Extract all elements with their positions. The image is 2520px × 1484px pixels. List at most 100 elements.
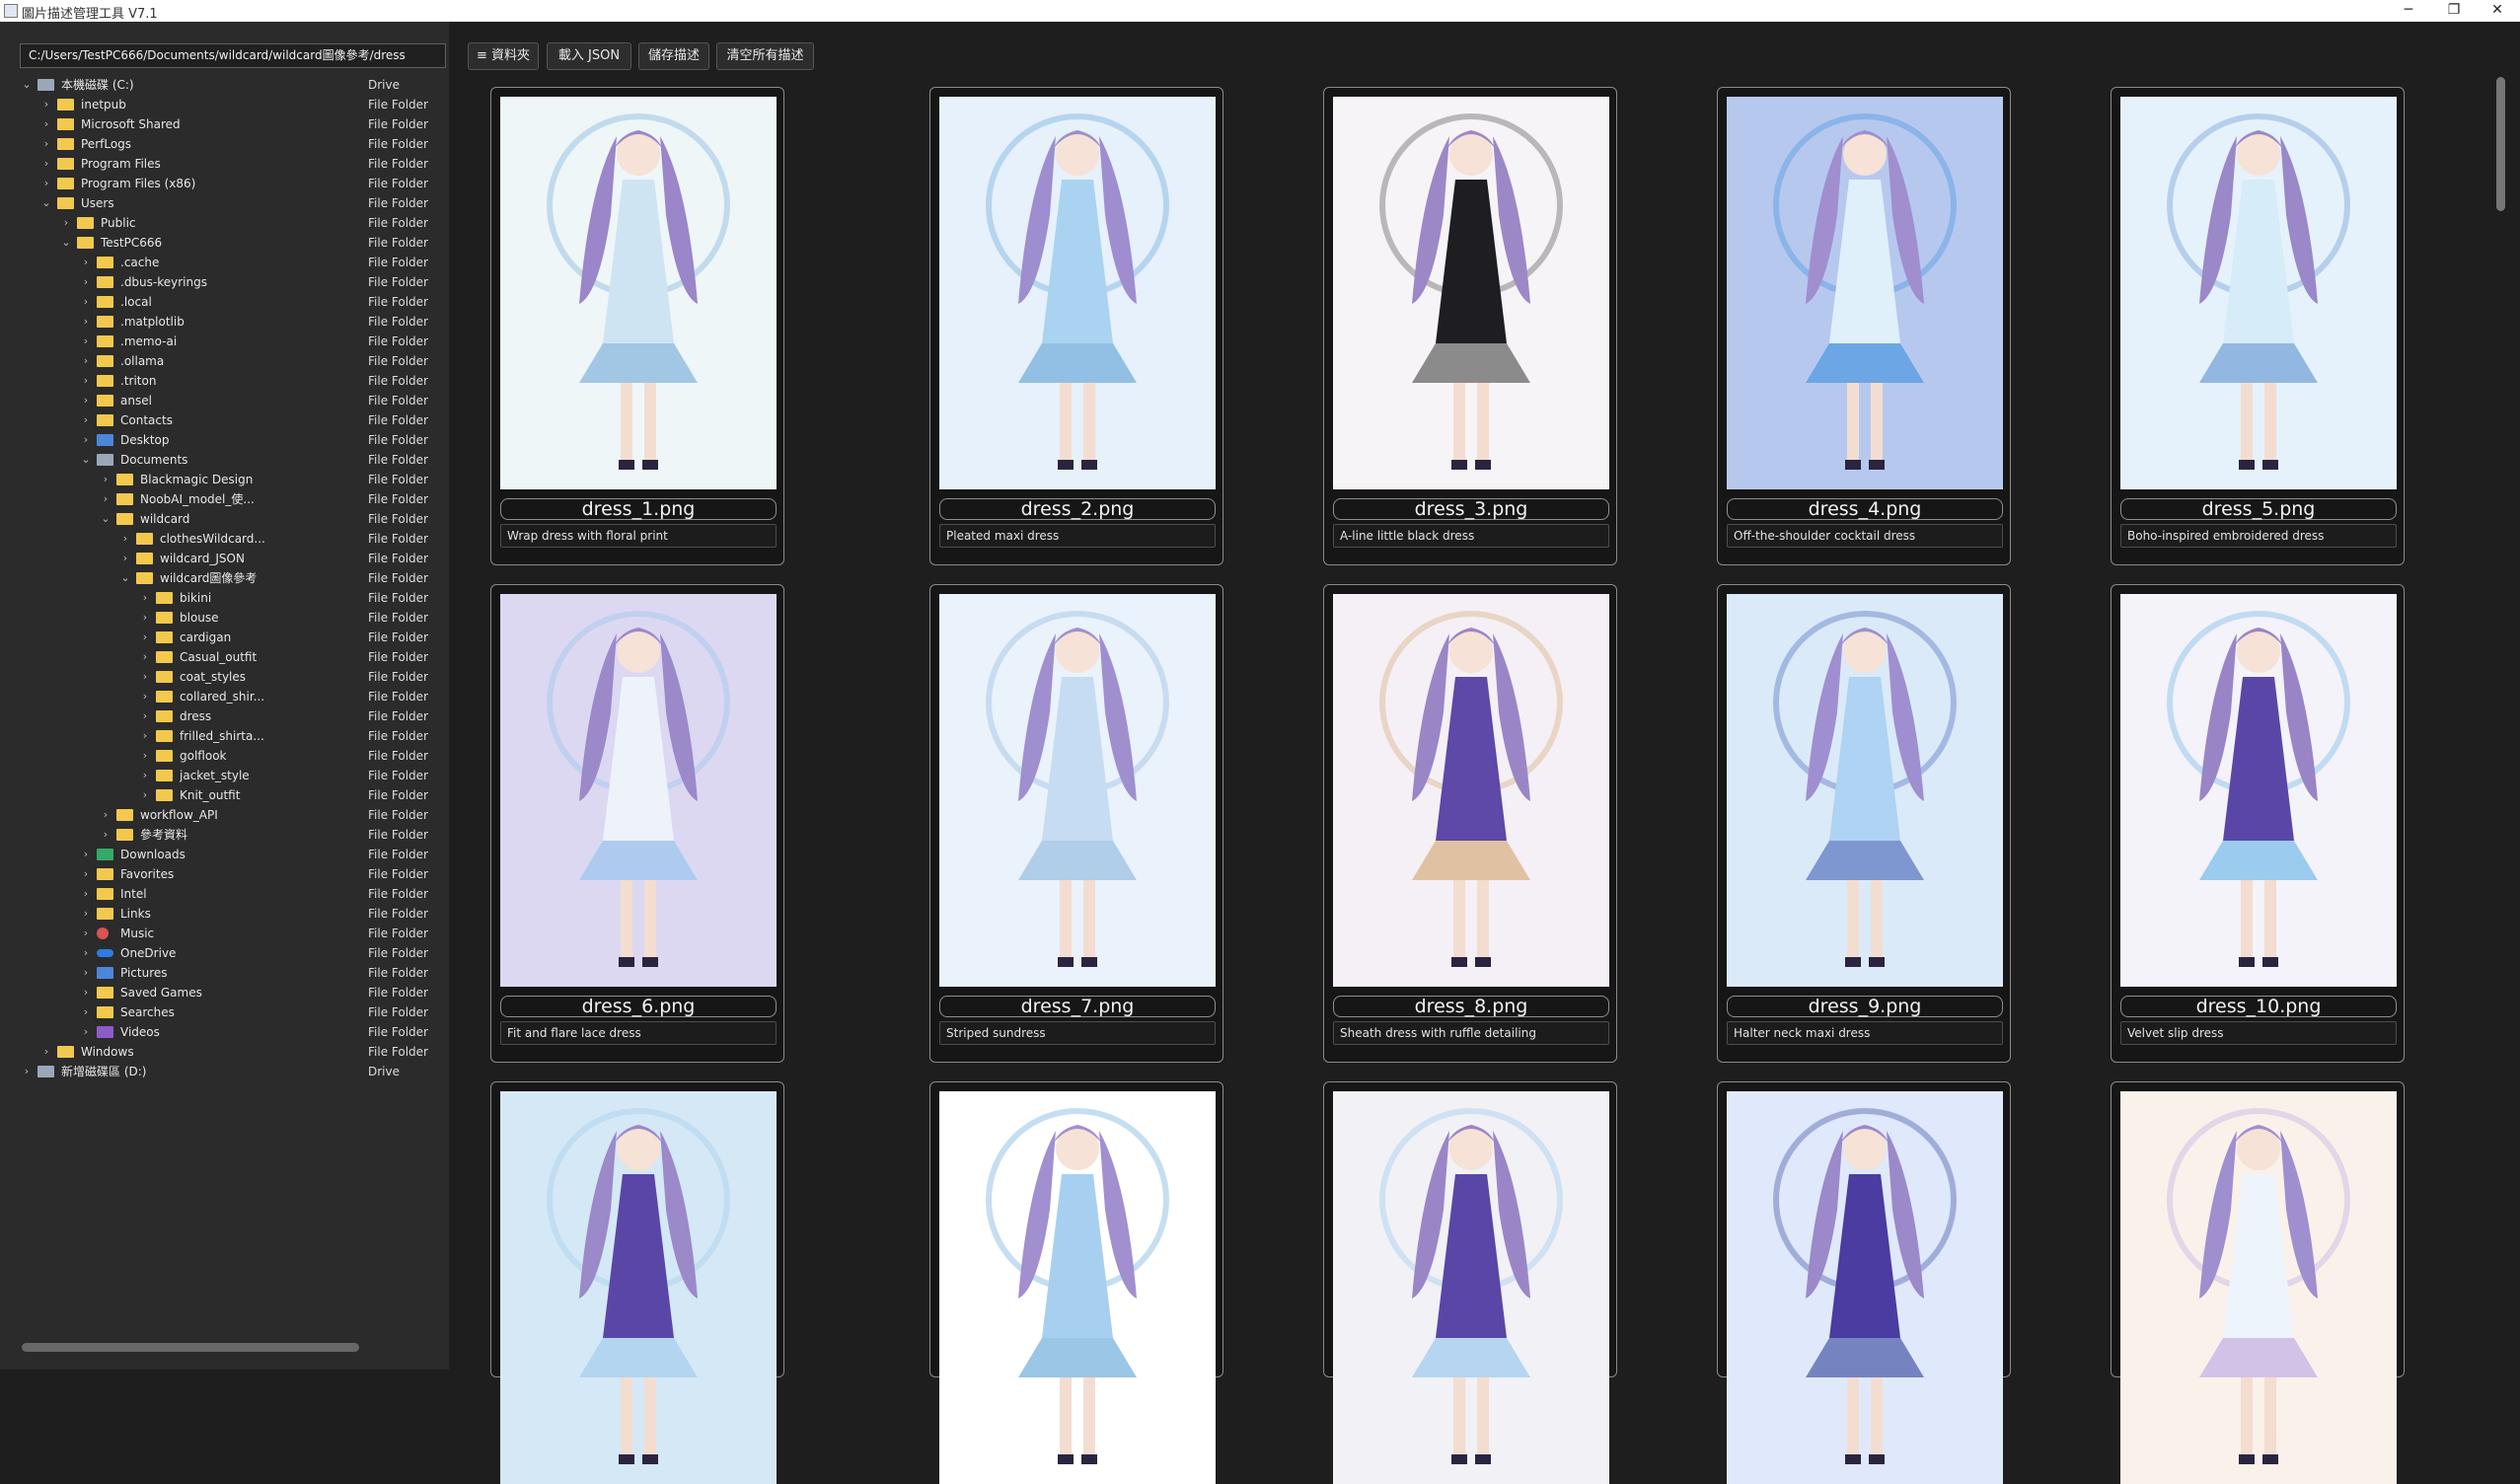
chevron-right-icon[interactable]: › — [79, 963, 93, 983]
chevron-right-icon[interactable]: › — [79, 864, 93, 884]
tree-item[interactable]: ⌄ wildcard File Folder — [20, 509, 444, 529]
tree-item[interactable]: › Knit_outfit File Folder — [20, 785, 444, 805]
tree-item[interactable]: › collared_shir... File Folder — [20, 687, 444, 706]
tree-item[interactable]: › Intel File Folder — [20, 884, 444, 904]
tree-item[interactable]: › PerfLogs File Folder — [20, 134, 444, 154]
folder-button[interactable]: ≡ 資料夾 — [468, 42, 539, 70]
chevron-right-icon[interactable]: › — [39, 1042, 53, 1062]
image-thumbnail[interactable] — [1333, 594, 1609, 987]
tree-item[interactable]: › Searches File Folder — [20, 1002, 444, 1022]
tree-item[interactable]: › blouse File Folder — [20, 608, 444, 628]
chevron-right-icon[interactable]: › — [79, 332, 93, 351]
tree-item[interactable]: › Videos File Folder — [20, 1022, 444, 1042]
description-input[interactable]: Wrap dress with floral print — [500, 524, 777, 548]
chevron-right-icon[interactable]: › — [59, 213, 73, 233]
chevron-right-icon[interactable]: › — [39, 174, 53, 193]
tree-item[interactable]: › Favorites File Folder — [20, 864, 444, 884]
tree-item[interactable]: › Links File Folder — [20, 904, 444, 924]
image-card[interactable]: dress_8.png Sheath dress with ruffle deta… — [1323, 584, 1617, 1063]
chevron-right-icon[interactable]: › — [79, 391, 93, 410]
tree-item[interactable]: › .local File Folder — [20, 292, 444, 312]
chevron-right-icon[interactable]: › — [138, 667, 152, 687]
chevron-down-icon[interactable]: ⌄ — [99, 509, 112, 529]
description-input[interactable]: Velvet slip dress — [2120, 1021, 2397, 1045]
path-input[interactable]: C:/Users/TestPC666/Documents/wildcard/wi… — [20, 43, 446, 68]
chevron-down-icon[interactable]: ⌄ — [118, 568, 132, 588]
tree-item[interactable]: › workflow_API File Folder — [20, 805, 444, 825]
chevron-right-icon[interactable]: › — [79, 884, 93, 904]
chevron-right-icon[interactable]: › — [79, 943, 93, 963]
tree-item[interactable]: ⌄ wildcard圖像參考 File Folder — [20, 568, 444, 588]
chevron-right-icon[interactable]: › — [138, 746, 152, 766]
image-card[interactable]: dress_3.png A-line little black dress — [1323, 87, 1617, 565]
image-card[interactable] — [2111, 1081, 2405, 1484]
tree-item[interactable]: › Downloads File Folder — [20, 845, 444, 864]
image-thumbnail[interactable] — [1727, 97, 2003, 489]
tree-item[interactable]: › .cache File Folder — [20, 253, 444, 272]
image-thumbnail[interactable] — [2120, 97, 2397, 489]
image-card[interactable]: dress_6.png Fit and flare lace dress — [490, 584, 784, 1063]
chevron-right-icon[interactable]: › — [99, 805, 112, 825]
tree-item[interactable]: › NoobAI_model_使... File Folder — [20, 489, 444, 509]
chevron-right-icon[interactable]: › — [79, 312, 93, 332]
chevron-right-icon[interactable]: › — [79, 272, 93, 292]
tree-item[interactable]: › Blackmagic Design File Folder — [20, 470, 444, 489]
tree-item[interactable]: › dress File Folder — [20, 706, 444, 726]
description-input[interactable]: Halter neck maxi dress — [1727, 1021, 2003, 1045]
chevron-right-icon[interactable]: › — [39, 134, 53, 154]
image-thumbnail[interactable] — [1727, 594, 2003, 987]
image-card[interactable]: dress_1.png Wrap dress with floral print — [490, 87, 784, 565]
tree-item[interactable]: › inetpub File Folder — [20, 95, 444, 114]
tree-item[interactable]: › jacket_style File Folder — [20, 766, 444, 785]
image-card[interactable]: dress_10.png Velvet slip dress — [2111, 584, 2405, 1063]
grid-vertical-scrollbar[interactable] — [2496, 77, 2505, 211]
tree-horizontal-scrollbar[interactable] — [22, 1343, 359, 1352]
chevron-right-icon[interactable]: › — [79, 845, 93, 864]
tree-item[interactable]: › .matplotlib File Folder — [20, 312, 444, 332]
image-card[interactable]: dress_4.png Off-the-shoulder cocktail dre… — [1717, 87, 2011, 565]
tree-item[interactable]: › golflook File Folder — [20, 746, 444, 766]
description-input[interactable]: A-line little black dress — [1333, 524, 1609, 548]
image-thumbnail[interactable] — [939, 594, 1216, 987]
image-card[interactable] — [929, 1081, 1223, 1484]
tree-item[interactable]: › .triton File Folder — [20, 371, 444, 391]
image-thumbnail[interactable] — [1333, 1091, 1609, 1484]
chevron-right-icon[interactable]: › — [138, 687, 152, 706]
tree-item[interactable]: › wildcard_JSON File Folder — [20, 549, 444, 568]
description-input[interactable]: Pleated maxi dress — [939, 524, 1216, 548]
chevron-right-icon[interactable]: › — [79, 430, 93, 450]
image-card[interactable]: dress_5.png Boho-inspired embroidered dre… — [2111, 87, 2405, 565]
image-card[interactable]: dress_9.png Halter neck maxi dress — [1717, 584, 2011, 1063]
tree-item[interactable]: › .ollama File Folder — [20, 351, 444, 371]
image-card[interactable] — [1717, 1081, 2011, 1484]
chevron-right-icon[interactable]: › — [79, 371, 93, 391]
tree-item[interactable]: › clothesWildcard... File Folder — [20, 529, 444, 549]
image-thumbnail[interactable] — [1333, 97, 1609, 489]
tree-item[interactable]: › Pictures File Folder — [20, 963, 444, 983]
tree-item[interactable]: › Music File Folder — [20, 924, 444, 943]
chevron-right-icon[interactable]: › — [138, 706, 152, 726]
image-thumbnail[interactable] — [500, 594, 777, 987]
tree-item[interactable]: › Program Files File Folder — [20, 154, 444, 174]
tree-item[interactable]: › coat_styles File Folder — [20, 667, 444, 687]
tree-item[interactable]: › Saved Games File Folder — [20, 983, 444, 1002]
chevron-right-icon[interactable]: › — [138, 726, 152, 746]
chevron-right-icon[interactable]: › — [138, 766, 152, 785]
chevron-right-icon[interactable]: › — [39, 114, 53, 134]
chevron-right-icon[interactable]: › — [79, 1002, 93, 1022]
tree-item[interactable]: › OneDrive File Folder — [20, 943, 444, 963]
chevron-down-icon[interactable]: ⌄ — [20, 75, 34, 95]
tree-item[interactable]: › bikini File Folder — [20, 588, 444, 608]
tree-item[interactable]: › frilled_shirta... File Folder — [20, 726, 444, 746]
chevron-right-icon[interactable]: › — [79, 983, 93, 1002]
tree-item[interactable]: › .memo-ai File Folder — [20, 332, 444, 351]
chevron-right-icon[interactable]: › — [79, 904, 93, 924]
image-thumbnail[interactable] — [2120, 1091, 2397, 1484]
tree-item[interactable]: › Casual_outfit File Folder — [20, 647, 444, 667]
tree-item[interactable]: › cardigan File Folder — [20, 628, 444, 647]
chevron-right-icon[interactable]: › — [79, 924, 93, 943]
chevron-right-icon[interactable]: › — [39, 95, 53, 114]
chevron-right-icon[interactable]: › — [79, 1022, 93, 1042]
load-json-button[interactable]: 載入 JSON — [547, 42, 631, 70]
description-input[interactable]: Off-the-shoulder cocktail dress — [1727, 524, 2003, 548]
